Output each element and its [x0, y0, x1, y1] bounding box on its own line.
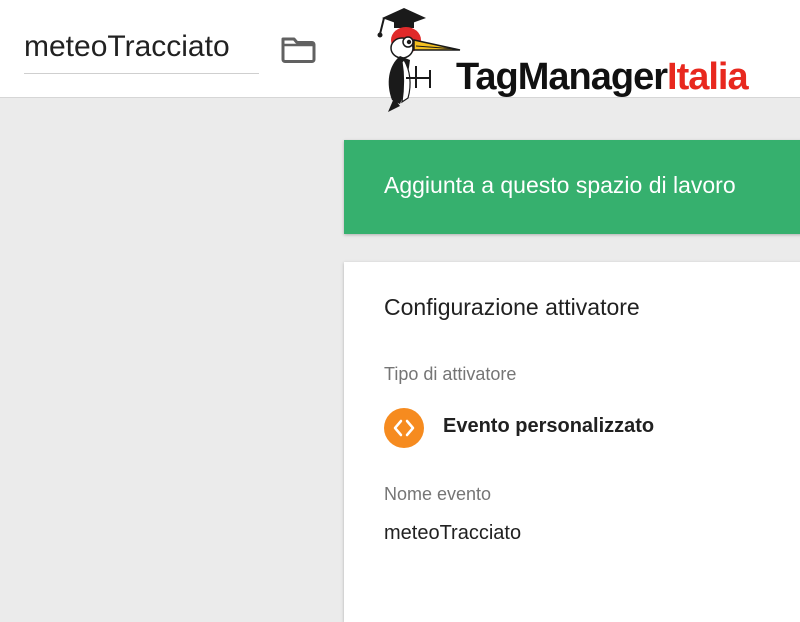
logo-wordmark: TagManagerItalia: [456, 56, 749, 98]
folder-icon[interactable]: [280, 34, 316, 64]
event-name-value: meteoTracciato: [384, 522, 522, 544]
container-name: meteoTracciato: [24, 30, 230, 63]
trigger-type-value: Evento personalizzato: [443, 415, 655, 437]
code-brackets-icon: [384, 408, 424, 448]
workspace-banner: Aggiunta a questo spazio di lavoro: [344, 140, 800, 234]
event-name-label: Nome evento: [384, 484, 492, 504]
logo-text-part2: Italia: [667, 56, 749, 98]
banner-text: Aggiunta a questo spazio di lavoro: [384, 172, 736, 198]
top-bar: meteoTracciato TagManagerItalia: [0, 0, 800, 112]
logo-text-part1: TagManager: [456, 56, 668, 98]
trigger-configuration-card[interactable]: Configurazione attivatore Tipo di attiva…: [344, 262, 800, 622]
card-title: Configurazione attivatore: [384, 294, 640, 320]
trigger-type-label: Tipo di attivatore: [384, 364, 517, 384]
woodpecker-graduate-icon: [377, 8, 461, 112]
tagmanageritalia-logo: TagManagerItalia: [370, 4, 790, 114]
container-name-field[interactable]: meteoTracciato: [24, 26, 259, 74]
